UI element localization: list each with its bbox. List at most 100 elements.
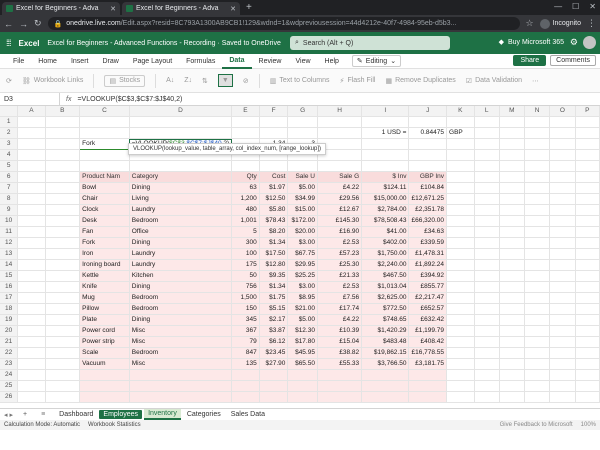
formula-input[interactable]: =VLOOKUP($C$3,$C$7:$J$40,2) [77, 96, 182, 103]
cell[interactable] [317, 127, 363, 140]
select-all-corner[interactable] [0, 106, 19, 118]
table-cell[interactable]: $5.00 [287, 182, 318, 195]
table-cell[interactable]: £16.90 [317, 226, 363, 239]
table-cell[interactable]: £29.56 [317, 193, 363, 206]
browser-tab-1[interactable]: Excel for Beginners - Adva ✕ [2, 2, 120, 15]
row-header[interactable]: 14 [0, 259, 19, 272]
row-header[interactable]: 4 [0, 149, 19, 162]
cell[interactable] [524, 248, 551, 261]
table-cell[interactable]: £38.82 [317, 347, 363, 360]
name-box[interactable]: D3 [0, 92, 60, 106]
close-window-icon[interactable]: ✕ [589, 2, 596, 11]
table-cell[interactable]: £145.30 [317, 215, 363, 228]
cell[interactable] [499, 281, 526, 294]
cell[interactable] [17, 226, 46, 239]
table-cell[interactable]: Office [129, 226, 233, 239]
cell[interactable] [549, 325, 576, 338]
share-button[interactable]: Share [513, 55, 547, 66]
data-validation-button[interactable]: ☑ Data Validation [466, 77, 522, 85]
cell[interactable] [446, 160, 475, 173]
cell[interactable] [17, 270, 46, 283]
cell[interactable] [549, 160, 576, 173]
cell[interactable]: 0.84475 [408, 127, 448, 140]
table-cell[interactable]: $1,013.04 [361, 281, 410, 294]
cell[interactable] [499, 248, 526, 261]
cell[interactable] [45, 281, 81, 294]
cell[interactable] [474, 149, 500, 162]
table-cell[interactable]: £17.74 [317, 303, 363, 316]
cell[interactable] [287, 127, 318, 140]
column-header[interactable]: H [317, 106, 363, 118]
sort-za-icon[interactable]: Z↓ [184, 77, 192, 84]
table-cell[interactable]: £339.59 [408, 237, 448, 250]
table-cell[interactable]: $772.50 [361, 303, 410, 316]
tab-view[interactable]: View [288, 54, 317, 69]
remove-duplicates-button[interactable]: ▦ Remove Duplicates [385, 77, 455, 85]
cell[interactable]: GBP [446, 127, 475, 140]
table-cell[interactable]: $3.87 [259, 325, 289, 338]
table-cell[interactable]: 79 [231, 336, 260, 349]
cell[interactable] [575, 303, 600, 316]
cell[interactable] [45, 237, 81, 250]
cell[interactable] [17, 171, 46, 184]
table-cell[interactable]: Bedroom [129, 303, 233, 316]
table-cell[interactable]: $17.50 [259, 248, 289, 261]
table-cell[interactable]: $25.25 [287, 270, 318, 283]
table-cell[interactable]: 300 [231, 237, 260, 250]
table-cell[interactable]: Dining [129, 281, 233, 294]
cell[interactable]: Fork [79, 138, 130, 151]
cell[interactable] [499, 358, 526, 371]
table-cell[interactable]: Iron [79, 248, 130, 261]
table-cell[interactable]: $1.34 [259, 281, 289, 294]
cell[interactable] [129, 391, 233, 404]
text-to-columns-button[interactable]: ▥ Text to Columns [270, 77, 330, 85]
table-cell[interactable]: 1,001 [231, 215, 260, 228]
cell[interactable] [446, 292, 475, 305]
table-cell[interactable]: $3.00 [287, 281, 318, 294]
add-sheet-icon[interactable]: + [23, 411, 27, 418]
new-tab-icon[interactable]: + [246, 2, 252, 13]
cell[interactable] [549, 248, 576, 261]
cell[interactable] [499, 138, 526, 151]
cell[interactable] [408, 138, 448, 151]
cell[interactable] [549, 171, 576, 184]
cell[interactable] [575, 204, 600, 217]
table-cell[interactable]: $65.50 [287, 358, 318, 371]
cell[interactable] [575, 292, 600, 305]
cell[interactable] [575, 149, 600, 162]
cell[interactable] [474, 358, 500, 371]
cell[interactable] [524, 391, 551, 404]
cell[interactable] [446, 358, 475, 371]
cell[interactable] [45, 358, 81, 371]
table-cell[interactable]: Power cord [79, 325, 130, 338]
app-launcher-icon[interactable]: ⁞⁞⁞ [6, 38, 11, 48]
cell[interactable] [17, 292, 46, 305]
table-cell[interactable]: $45.95 [287, 347, 318, 360]
cell[interactable] [499, 270, 526, 283]
table-cell[interactable]: 175 [231, 259, 260, 272]
table-cell[interactable]: $78.43 [259, 215, 289, 228]
cell[interactable] [317, 369, 363, 382]
cell[interactable] [549, 292, 576, 305]
cell[interactable] [231, 116, 260, 129]
stocks-button[interactable]: ▤ Stocks [104, 74, 146, 87]
table-cell[interactable]: $27.90 [259, 358, 289, 371]
table-cell[interactable]: $2.17 [259, 314, 289, 327]
cell[interactable] [499, 171, 526, 184]
filter-icon[interactable]: ▼ [217, 74, 233, 87]
gear-icon[interactable]: ⚙ [570, 37, 578, 48]
cell[interactable] [287, 380, 318, 393]
cell[interactable] [474, 226, 500, 239]
table-cell[interactable]: $402.00 [361, 237, 410, 250]
cell[interactable] [17, 336, 46, 349]
cell[interactable] [524, 237, 551, 250]
cell[interactable] [474, 259, 500, 272]
table-cell[interactable]: $1,420.29 [361, 325, 410, 338]
cell[interactable] [499, 127, 526, 140]
row-header[interactable]: 2 [0, 127, 19, 140]
cell[interactable] [446, 215, 475, 228]
cell[interactable] [446, 325, 475, 338]
back-icon[interactable]: ← [4, 19, 13, 29]
row-header[interactable]: 25 [0, 380, 19, 393]
cell[interactable] [575, 314, 600, 327]
